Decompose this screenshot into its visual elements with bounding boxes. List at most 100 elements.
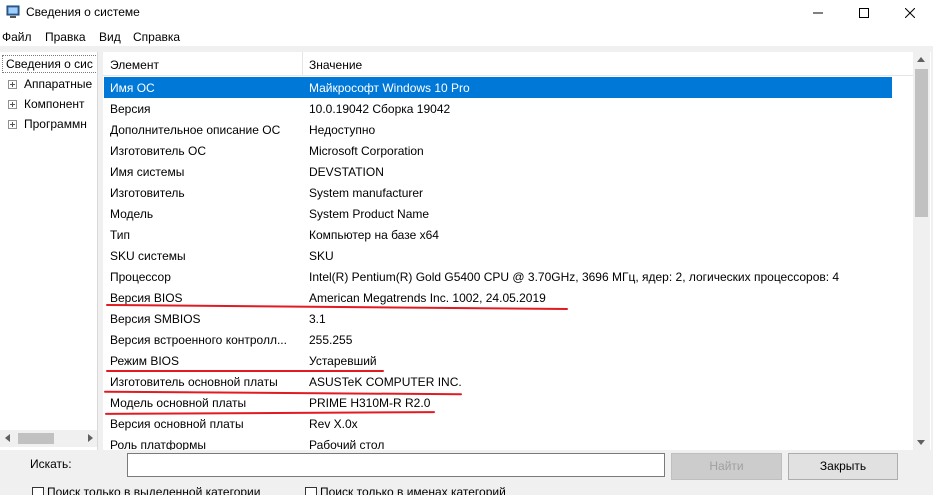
- close-icon: [905, 8, 915, 18]
- cell-value: 10.0.19042 Сборка 19042: [309, 102, 451, 116]
- cell-value: DEVSTATION: [309, 165, 384, 179]
- search-input[interactable]: [127, 453, 665, 477]
- cell-item: Изготовитель основной платы: [110, 375, 278, 389]
- search-selected-category-checkbox[interactable]: [32, 487, 44, 495]
- close-button[interactable]: Закрыть: [788, 453, 898, 480]
- title-bar: Сведения о системе: [0, 0, 933, 26]
- table-row[interactable]: Имя системы DEVSTATION: [104, 161, 892, 182]
- cell-item: Версия: [110, 102, 151, 116]
- expand-icon[interactable]: [8, 120, 17, 129]
- list-vertical-scrollbar[interactable]: [913, 52, 930, 450]
- column-header-value[interactable]: Значение: [309, 58, 362, 72]
- scrollbar-thumb[interactable]: [915, 69, 928, 217]
- cell-item: Дополнительное описание ОС: [110, 123, 281, 137]
- cell-value: Устаревший: [309, 354, 377, 368]
- cell-item: Модель основной платы: [110, 396, 247, 410]
- table-row[interactable]: Изготовитель ОС Microsoft Corporation: [104, 140, 892, 161]
- column-divider[interactable]: [302, 52, 303, 76]
- scrollbar-thumb[interactable]: [18, 433, 54, 444]
- tree-item-label: Программн: [24, 117, 87, 131]
- expand-icon[interactable]: [8, 80, 17, 89]
- search-category-names-checkbox[interactable]: [305, 487, 317, 495]
- list-header: Элемент Значение: [103, 52, 913, 76]
- table-row[interactable]: Изготовитель основной платы ASUSTeK COMPU…: [104, 371, 892, 392]
- cell-value: American Megatrends Inc. 1002, 24.05.201…: [309, 291, 546, 305]
- table-row[interactable]: Версия встроенного контролл... 255.255: [104, 329, 892, 350]
- table-row[interactable]: Тип Компьютер на базе x64: [104, 224, 892, 245]
- tree-horizontal-scrollbar[interactable]: [0, 430, 97, 447]
- cell-item: Имя ОС: [110, 81, 155, 95]
- cell-item: Роль платформы: [110, 438, 206, 450]
- cell-item: Изготовитель ОС: [110, 144, 206, 158]
- cell-item: SKU системы: [110, 249, 186, 263]
- table-row[interactable]: Версия 10.0.19042 Сборка 19042: [104, 98, 892, 119]
- menu-bar: Файл Правка Вид Справка: [0, 26, 933, 46]
- column-header-item[interactable]: Элемент: [110, 58, 159, 72]
- cell-value: Компьютер на базе x64: [309, 228, 439, 242]
- find-button[interactable]: Найти: [671, 453, 782, 480]
- table-row[interactable]: Роль платформы Рабочий стол: [104, 434, 892, 450]
- cell-value: System Product Name: [309, 207, 430, 221]
- cell-value: ASUSTeK COMPUTER INC.: [309, 375, 462, 389]
- table-row[interactable]: Версия основной платы Rev X.0x: [104, 413, 892, 434]
- cell-value: SKU: [309, 249, 334, 263]
- menu-file[interactable]: Файл: [2, 30, 32, 44]
- menu-help[interactable]: Справка: [133, 30, 180, 44]
- menu-edit[interactable]: Правка: [45, 30, 86, 44]
- cell-item: Процессор: [110, 270, 171, 284]
- tree-item-system-summary[interactable]: Сведения о сис: [0, 55, 97, 73]
- cell-item: Версия основной платы: [110, 417, 244, 431]
- cell-value: Microsoft Corporation: [309, 144, 424, 158]
- table-row[interactable]: SKU системы SKU: [104, 245, 892, 266]
- details-list: Элемент Значение Имя ОС Майкрософт Window…: [103, 52, 931, 450]
- system-information-icon: [6, 5, 20, 18]
- cell-value: Rev X.0x: [309, 417, 358, 431]
- minimize-icon: [813, 12, 823, 14]
- category-tree: Сведения о сис Аппаратные Компонент Прог…: [0, 52, 98, 450]
- window-title: Сведения о системе: [26, 5, 140, 19]
- tree-item-label: Аппаратные: [24, 77, 93, 91]
- table-row[interactable]: Имя ОС Майкрософт Windows 10 Pro: [104, 77, 892, 98]
- cell-value: Рабочий стол: [309, 438, 385, 450]
- cell-value: Intel(R) Pentium(R) Gold G5400 CPU @ 3.7…: [309, 270, 840, 284]
- cell-item: Модель: [110, 207, 154, 221]
- cell-item: Режим BIOS: [110, 354, 180, 368]
- maximize-icon: [859, 8, 869, 18]
- maximize-button[interactable]: [841, 0, 887, 26]
- table-row[interactable]: Режим BIOS Устаревший: [104, 350, 892, 371]
- cell-value: 255.255: [309, 333, 353, 347]
- cell-value: PRIME H310M-R R2.0: [309, 396, 431, 410]
- cell-item: Тип: [110, 228, 131, 242]
- cell-value: Недоступно: [309, 123, 376, 137]
- cell-value: System manufacturer: [309, 186, 424, 200]
- scroll-down-icon[interactable]: [917, 440, 925, 445]
- table-row[interactable]: Процессор Intel(R) Pentium(R) Gold G5400 …: [104, 266, 892, 287]
- menu-view[interactable]: Вид: [99, 30, 121, 44]
- cell-item: Имя системы: [110, 165, 185, 179]
- checkbox-label: Поиск только в выделенной категории: [47, 485, 261, 495]
- search-label: Искать:: [30, 457, 72, 471]
- scroll-right-icon[interactable]: [88, 434, 93, 442]
- table-row[interactable]: Версия SMBIOS 3.1: [104, 308, 892, 329]
- tree-item-components[interactable]: Компонент: [0, 95, 97, 113]
- close-window-button[interactable]: [887, 0, 933, 26]
- tree-item-label: Сведения о сис: [6, 57, 93, 71]
- scroll-left-icon[interactable]: [5, 434, 10, 442]
- cell-item: Версия SMBIOS: [110, 312, 201, 326]
- cell-item: Изготовитель: [110, 186, 185, 200]
- expand-icon[interactable]: [8, 100, 17, 109]
- minimize-button[interactable]: [795, 0, 841, 26]
- cell-value: 3.1: [309, 312, 326, 326]
- annotation-underline: [106, 370, 384, 372]
- table-row[interactable]: Модель основной платы PRIME H310M-R R2.0: [104, 392, 892, 413]
- cell-item: Версия BIOS: [110, 291, 183, 305]
- table-row[interactable]: Дополнительное описание ОС Недоступно: [104, 119, 892, 140]
- cell-item: Версия встроенного контролл...: [110, 333, 287, 347]
- tree-item-software[interactable]: Программн: [0, 115, 97, 133]
- table-row[interactable]: Изготовитель System manufacturer: [104, 182, 892, 203]
- checkbox-label: Поиск только в именах категорий: [320, 485, 506, 495]
- scroll-up-icon[interactable]: [917, 57, 925, 62]
- cell-value: Майкрософт Windows 10 Pro: [309, 81, 470, 95]
- tree-item-hardware[interactable]: Аппаратные: [0, 75, 97, 93]
- table-row[interactable]: Модель System Product Name: [104, 203, 892, 224]
